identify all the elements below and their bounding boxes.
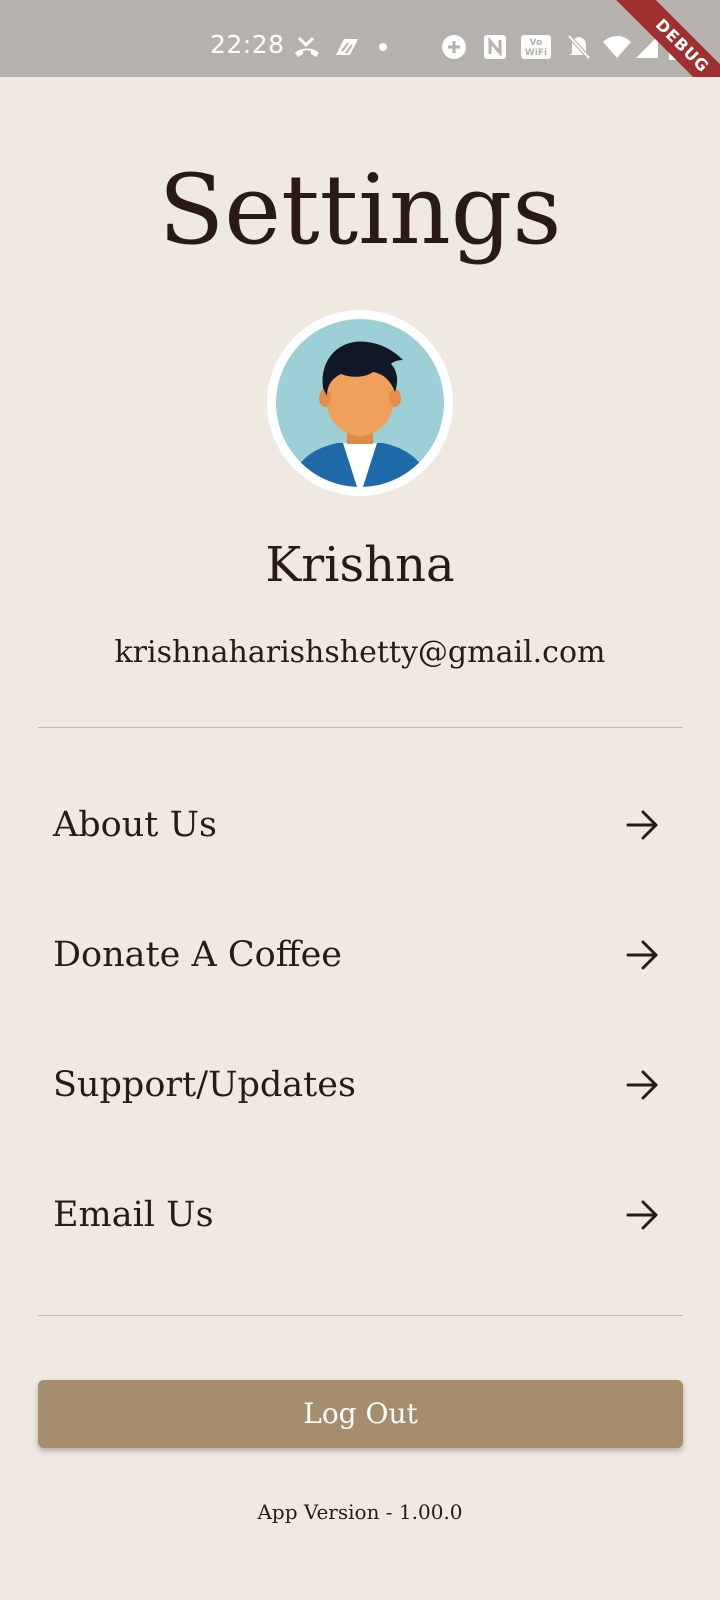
menu-item-email-us[interactable]: Email Us bbox=[0, 1150, 720, 1280]
user-avatar-icon[interactable] bbox=[267, 310, 453, 496]
data-saver-icon bbox=[442, 35, 466, 59]
settings-menu: About Us Donate A Coffee Support/Updates… bbox=[0, 760, 720, 1280]
nfc-icon bbox=[484, 35, 506, 59]
arrow-right-icon bbox=[626, 1200, 658, 1230]
app-version: App Version - 1.00.0 bbox=[257, 1500, 463, 1524]
divider-top bbox=[38, 727, 683, 728]
page-title: Settings bbox=[158, 154, 562, 266]
user-email: krishnaharishshetty@gmail.com bbox=[114, 635, 606, 670]
arrow-right-icon bbox=[626, 1070, 658, 1100]
vowifi-icon: Vo WiFi bbox=[521, 35, 551, 59]
app-notification-icon bbox=[336, 39, 358, 55]
menu-item-label: Support/Updates bbox=[53, 1065, 356, 1105]
arrow-right-icon bbox=[626, 940, 658, 970]
svg-text:Vo: Vo bbox=[530, 38, 543, 48]
status-time: 22:28 bbox=[210, 30, 285, 59]
menu-item-support-updates[interactable]: Support/Updates bbox=[0, 1020, 720, 1150]
menu-item-label: About Us bbox=[53, 805, 217, 845]
logout-button[interactable]: Log Out bbox=[38, 1380, 683, 1448]
menu-item-label: Donate A Coffee bbox=[53, 935, 342, 975]
dot-icon bbox=[379, 43, 387, 51]
menu-item-about-us[interactable]: About Us bbox=[0, 760, 720, 890]
wifi-icon bbox=[603, 36, 631, 58]
divider-bottom bbox=[38, 1315, 683, 1316]
status-bar: 22:28 Vo WiFi DEBUG bbox=[0, 0, 720, 77]
svg-text:WiFi: WiFi bbox=[525, 48, 547, 58]
missed-call-icon bbox=[295, 36, 319, 57]
arrow-right-icon bbox=[626, 810, 658, 840]
user-name: Krishna bbox=[265, 537, 455, 593]
menu-item-label: Email Us bbox=[53, 1195, 214, 1235]
silent-icon bbox=[567, 34, 591, 60]
menu-item-donate-a-coffee[interactable]: Donate A Coffee bbox=[0, 890, 720, 1020]
